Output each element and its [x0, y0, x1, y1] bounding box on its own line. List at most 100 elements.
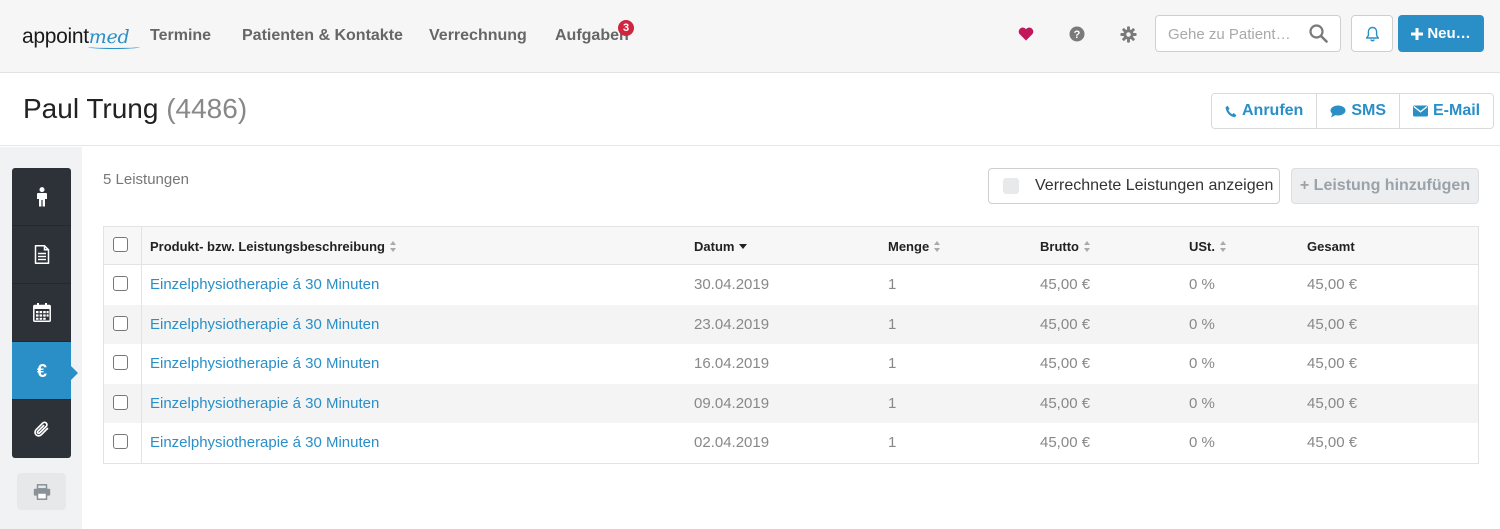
- calendar-icon: [32, 303, 51, 322]
- person-icon: [36, 186, 47, 206]
- table-row: Einzelphysiotherapie á 30 Minuten 09.04.…: [104, 383, 1478, 423]
- gear-icon[interactable]: [1118, 24, 1138, 44]
- top-navigation-bar: appointmed Termine Patienten & Kontakte …: [0, 0, 1500, 73]
- column-header-quantity-label: Menge: [888, 239, 930, 254]
- column-header-quantity[interactable]: Menge: [888, 239, 941, 254]
- service-quantity: 1: [888, 394, 897, 412]
- column-header-description[interactable]: Produkt- bzw. Leistungsbeschreibung: [150, 239, 397, 254]
- checkbox-column-divider: [141, 344, 142, 384]
- sidebar-item-anhaenge[interactable]: [12, 400, 71, 458]
- column-header-date[interactable]: Datum: [694, 239, 748, 254]
- checkbox-column-divider: [141, 304, 142, 344]
- call-button-label: Anrufen: [1242, 102, 1304, 119]
- table-row: Einzelphysiotherapie á 30 Minuten 23.04.…: [104, 304, 1478, 344]
- question-circle-icon[interactable]: ?: [1067, 24, 1087, 44]
- add-service-button[interactable]: + Leistung hinzufügen: [1291, 168, 1479, 204]
- aufgaben-count-badge: 3: [618, 20, 634, 36]
- patient-search[interactable]: [1155, 15, 1341, 52]
- checkbox-column-divider: [141, 423, 142, 463]
- notifications-button[interactable]: [1351, 15, 1393, 52]
- service-gross: 45,00 €: [1040, 394, 1091, 412]
- service-vat: 0 %: [1189, 434, 1215, 451]
- service-gross: 45,00 €: [1040, 434, 1091, 451]
- document-icon: [34, 245, 49, 264]
- email-button-label: E-Mail: [1433, 102, 1481, 119]
- contact-button-group: Anrufen SMS E-Mail: [1211, 93, 1495, 129]
- sort-icon: [1084, 241, 1091, 252]
- print-button[interactable]: [17, 473, 66, 510]
- row-checkbox[interactable]: [113, 355, 128, 370]
- call-button[interactable]: Anrufen: [1212, 94, 1318, 128]
- show-billed-services-toggle[interactable]: Verrechnete Leistungen anzeigen: [988, 168, 1280, 204]
- service-description-link[interactable]: Einzelphysiotherapie á 30 Minuten: [150, 316, 379, 333]
- nav-patienten-kontakte[interactable]: Patienten & Kontakte: [242, 27, 403, 45]
- search-icon[interactable]: [1309, 24, 1328, 48]
- patient-header: Paul Trung (4486) Anrufen SMS E-Mail: [0, 74, 1500, 146]
- comment-icon: [1330, 105, 1346, 117]
- service-quantity: 1: [888, 434, 897, 451]
- sidebar-item-verrechnung[interactable]: €: [12, 342, 71, 400]
- row-checkbox[interactable]: [113, 276, 128, 291]
- euro-icon: €: [36, 362, 46, 380]
- row-checkbox[interactable]: [113, 315, 128, 331]
- column-header-description-label: Produkt- bzw. Leistungsbeschreibung: [150, 239, 385, 254]
- sort-icon: [389, 241, 397, 252]
- column-header-total-label: Gesamt: [1307, 239, 1355, 254]
- services-table: Produkt- bzw. Leistungsbeschreibung Datu…: [103, 226, 1479, 464]
- phone-icon: [1225, 105, 1237, 117]
- service-vat: 0 %: [1189, 315, 1215, 333]
- bell-icon: [1365, 26, 1379, 41]
- logo-swoosh: [88, 45, 140, 49]
- column-header-gross-label: Brutto: [1040, 239, 1079, 254]
- table-body: Einzelphysiotherapie á 30 Minuten 30.04.…: [104, 265, 1478, 463]
- svg-text:€: €: [36, 362, 46, 380]
- checkbox-column-divider: [141, 227, 142, 264]
- row-checkbox[interactable]: [113, 434, 128, 449]
- sms-button[interactable]: SMS: [1317, 94, 1400, 128]
- service-quantity: 1: [888, 355, 897, 372]
- active-tab-indicator: [70, 365, 78, 381]
- sidebar-item-dokumente[interactable]: [12, 226, 71, 284]
- column-header-vat-label: USt.: [1189, 239, 1215, 254]
- service-description-link[interactable]: Einzelphysiotherapie á 30 Minuten: [150, 395, 379, 412]
- service-total: 45,00 €: [1307, 355, 1358, 372]
- sms-button-label: SMS: [1351, 102, 1386, 119]
- patient-search-input[interactable]: [1168, 24, 1308, 44]
- show-billed-label: Verrechnete Leistungen anzeigen: [1035, 177, 1274, 194]
- printer-icon: [33, 483, 50, 500]
- show-billed-checkbox[interactable]: [1003, 178, 1019, 194]
- email-button[interactable]: E-Mail: [1400, 94, 1494, 128]
- service-description-link[interactable]: Einzelphysiotherapie á 30 Minuten: [150, 355, 379, 372]
- appointmed-logo[interactable]: appointmed: [22, 25, 140, 49]
- row-checkbox[interactable]: [113, 394, 128, 410]
- column-header-date-label: Datum: [694, 239, 735, 254]
- sidebar-tabs: €: [12, 168, 71, 458]
- patient-sidebar: €: [0, 147, 82, 529]
- nav-verrechnung[interactable]: Verrechnung: [429, 27, 527, 45]
- new-button[interactable]: Neu…: [1398, 15, 1484, 52]
- table-row: Einzelphysiotherapie á 30 Minuten 30.04.…: [104, 265, 1478, 305]
- checkbox-column-divider: [141, 383, 142, 423]
- paperclip-icon: [33, 421, 48, 437]
- service-gross: 45,00 €: [1040, 276, 1091, 293]
- sidebar-item-stammdaten[interactable]: [12, 168, 71, 226]
- sort-icon: [934, 241, 941, 252]
- service-date: 02.04.2019: [694, 434, 770, 451]
- service-description-link[interactable]: Einzelphysiotherapie á 30 Minuten: [150, 276, 379, 293]
- patient-id: (4486): [166, 93, 248, 124]
- service-total: 45,00 €: [1307, 434, 1358, 451]
- column-header-gross[interactable]: Brutto: [1040, 239, 1091, 254]
- sort-descending-icon: [739, 244, 748, 249]
- select-all-checkbox[interactable]: [113, 237, 128, 252]
- svg-text:?: ?: [1074, 29, 1081, 41]
- services-count: 5 Leistungen: [103, 171, 189, 188]
- column-header-vat[interactable]: USt.: [1189, 239, 1227, 254]
- service-date: 30.04.2019: [694, 276, 770, 293]
- nav-termine[interactable]: Termine: [150, 27, 211, 45]
- service-quantity: 1: [888, 276, 897, 293]
- service-vat: 0 %: [1189, 394, 1215, 412]
- heart-icon[interactable]: [1016, 24, 1036, 44]
- service-total: 45,00 €: [1307, 315, 1358, 333]
- sidebar-item-termine[interactable]: [12, 284, 71, 342]
- service-description-link[interactable]: Einzelphysiotherapie á 30 Minuten: [150, 434, 379, 451]
